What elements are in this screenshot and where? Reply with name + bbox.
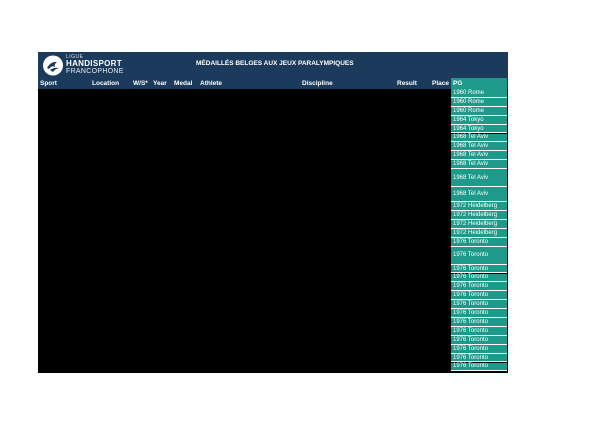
banner: LIGUE HANDISPORT FRANCOPHONE MÉDAILLÉS B… <box>38 52 508 78</box>
pg-cell[interactable]: 1976 Toronto <box>451 291 507 301</box>
pg-cell[interactable]: 1968 Tel Aviv <box>451 169 507 188</box>
pg-cell[interactable]: 1964 Tokyo <box>451 124 507 134</box>
header-place[interactable]: Place <box>432 80 449 87</box>
header-result[interactable]: Result <box>397 80 417 87</box>
header-pg: PG <box>453 80 463 87</box>
pg-cell[interactable]: 1960 Rome <box>451 106 507 116</box>
pg-cell[interactable]: 1968 Tel Aviv <box>451 160 507 170</box>
header-sport[interactable]: Sport <box>40 80 57 87</box>
header-athlete[interactable]: Athlete <box>200 80 222 87</box>
pg-cell[interactable]: 1968 Tel Aviv <box>451 133 507 143</box>
brand-line-1: LIGUE <box>66 54 84 60</box>
table-body <box>38 89 508 373</box>
pg-cell[interactable]: 1972 Heidelberg <box>451 219 507 229</box>
pg-cell[interactable]: 1976 Toronto <box>451 344 507 354</box>
logo-icon <box>42 55 64 76</box>
pg-cell[interactable]: 1976 Toronto <box>451 273 507 283</box>
header-ws[interactable]: W/S* <box>133 80 148 87</box>
pg-cell[interactable]: 1972 Heidelberg <box>451 228 507 238</box>
pg-cell[interactable]: 1976 Toronto <box>451 318 507 327</box>
pg-cell[interactable]: 1976 Toronto <box>451 237 507 247</box>
pg-cell[interactable]: 1976 Toronto <box>451 335 507 345</box>
pg-cell[interactable]: 1976 Toronto <box>451 264 507 274</box>
pg-cell[interactable]: 1976 Toronto <box>451 246 507 265</box>
brand-line-3: FRANCOPHONE <box>66 68 124 75</box>
pg-cell[interactable]: 1976 Toronto <box>451 309 507 318</box>
brand-name: LIGUE HANDISPORT FRANCOPHONE <box>66 54 124 76</box>
header-location[interactable]: Location <box>92 80 119 87</box>
medal-sheet: LIGUE HANDISPORT FRANCOPHONE MÉDAILLÉS B… <box>38 52 508 373</box>
pg-cell[interactable]: 1976 Toronto <box>451 362 507 372</box>
pg-cell[interactable]: 1968 Tel Aviv <box>451 187 507 203</box>
pg-cell[interactable]: 1960 Rome <box>451 97 507 107</box>
header-discipline[interactable]: Discipline <box>302 80 333 87</box>
header-pg-cell[interactable]: PG <box>451 78 507 89</box>
pg-cell[interactable]: 1972 Heidelberg <box>451 202 507 211</box>
sheet-title: MÉDAILLÉS BELGES AUX JEUX PARALYMPIQUES <box>196 60 354 67</box>
header-medal[interactable]: Medal <box>174 80 192 87</box>
pg-cell[interactable]: 1976 Toronto <box>451 353 507 363</box>
pg-cell[interactable]: 1968 Tel Aviv <box>451 151 507 161</box>
pg-cell[interactable]: 1968 Tel Aviv <box>451 142 507 152</box>
pg-cell[interactable]: 1960 Rome <box>451 89 507 98</box>
header-year[interactable]: Year <box>153 80 167 87</box>
pg-cell[interactable]: 1976 Toronto <box>451 300 507 310</box>
brand-line-2: HANDISPORT <box>66 59 122 68</box>
column-headers: Sport Location W/S* Year Medal Athlete D… <box>38 78 508 89</box>
pg-cell[interactable]: 1964 Tokyo <box>451 115 507 125</box>
pg-cell[interactable]: 1972 Heidelberg <box>451 211 507 220</box>
pg-cell[interactable]: 1976 Toronto <box>451 326 507 336</box>
pg-cell[interactable]: 1976 Toronto <box>451 282 507 292</box>
